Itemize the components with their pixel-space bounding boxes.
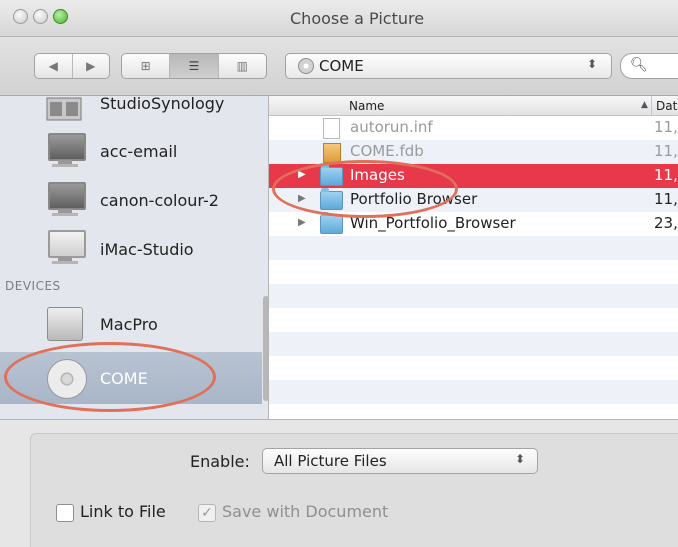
options-panel: Enable: All Picture Files ⬍ Link to File… (0, 419, 678, 547)
file-name: Portfolio Browser (350, 190, 478, 208)
enable-select[interactable]: All Picture Files ⬍ (262, 448, 538, 474)
sidebar-item-label: MacPro (100, 315, 158, 334)
list-header: Name ▲ Dat (269, 96, 678, 116)
search-icon: 🔍︎ (630, 57, 648, 73)
link-to-file-label: Link to File (80, 502, 166, 521)
sidebar-item-label: COME (100, 369, 148, 388)
file-name: Images (350, 166, 405, 184)
computer-icon (46, 180, 86, 218)
sidebar-item-studiosynology[interactable]: StudioSynology (0, 96, 262, 128)
empty-row (269, 236, 678, 260)
sidebar-item-label: StudioSynology (100, 96, 225, 113)
back-arrow-icon[interactable]: ◀ (35, 54, 73, 78)
search-field[interactable]: 🔍︎ (620, 53, 678, 79)
window-title: Choose a Picture (290, 9, 425, 28)
empty-row (269, 284, 678, 308)
computer-icon (46, 131, 86, 169)
location-popup[interactable]: COME ⬍ (285, 53, 612, 79)
toolbar: ◀ ▶ ⊞ ☰ ▥ COME ⬍ 🔍︎ (0, 37, 678, 96)
sidebar: StudioSynology acc-email canon-colour-2 … (0, 96, 269, 419)
sidebar-item-canon-colour-2[interactable]: canon-colour-2 (0, 178, 262, 222)
disclosure-triangle-icon[interactable]: ▶ (298, 169, 306, 180)
save-with-document-checkbox[interactable]: ✓ (198, 504, 216, 522)
zoom-button[interactable] (53, 9, 68, 24)
folder-icon (320, 212, 343, 234)
save-with-document-label: Save with Document (222, 502, 389, 521)
name-column-header[interactable]: Name (349, 99, 384, 113)
sidebar-item-macpro[interactable]: MacPro (0, 301, 262, 345)
list-item[interactable]: autorun.inf 11, (269, 116, 678, 140)
view-mode-control: ⊞ ☰ ▥ (121, 53, 267, 79)
empty-row (269, 380, 678, 404)
sort-ascending-icon: ▲ (641, 100, 648, 110)
database-icon (323, 143, 341, 163)
file-name: Win_Portfolio_Browser (350, 214, 516, 232)
back-forward-control: ◀ ▶ (34, 53, 110, 79)
file-date: 11, (654, 118, 678, 136)
file-list: Name ▲ Dat autorun.inf 11, COME.fdb 11, … (269, 96, 678, 419)
list-item-selected[interactable]: ▶ Images 11, (269, 164, 678, 188)
list-view-icon[interactable]: ☰ (170, 54, 219, 78)
file-date: 11, (654, 142, 678, 160)
minimize-button[interactable] (33, 9, 48, 24)
server-icon (46, 96, 86, 130)
link-to-file-checkbox[interactable] (56, 504, 74, 522)
devices-header: DEVICES (5, 279, 61, 293)
close-button[interactable] (13, 9, 28, 24)
choose-picture-dialog: Choose a Picture ◀ ▶ ⊞ ☰ ▥ COME ⬍ 🔍︎ Stu… (0, 0, 678, 547)
macpro-icon (47, 307, 83, 341)
location-label: COME (319, 57, 364, 75)
file-date: 23, (654, 214, 678, 232)
sidebar-item-acc-email[interactable]: acc-email (0, 129, 262, 173)
empty-row (269, 332, 678, 356)
title-bar: Choose a Picture (0, 0, 678, 37)
list-item[interactable]: ▶ Portfolio Browser 11, (269, 188, 678, 212)
document-icon (323, 118, 340, 139)
updown-arrows-icon: ⬍ (514, 452, 525, 466)
folder-icon (320, 164, 343, 186)
sidebar-item-imac-studio[interactable]: iMac-Studio (0, 226, 262, 270)
file-name: autorun.inf (350, 118, 433, 136)
file-date: 11, (654, 166, 678, 184)
sidebar-item-label: acc-email (100, 142, 178, 161)
list-item[interactable]: COME.fdb 11, (269, 140, 678, 164)
imac-icon (46, 228, 86, 266)
enable-label: Enable: (190, 452, 250, 471)
disclosure-triangle-icon[interactable]: ▶ (298, 217, 306, 228)
forward-arrow-icon[interactable]: ▶ (73, 54, 110, 78)
date-column-header[interactable]: Dat (656, 99, 677, 113)
sidebar-item-label: iMac-Studio (100, 240, 194, 259)
cd-icon (47, 359, 87, 399)
disclosure-triangle-icon[interactable]: ▶ (298, 193, 306, 204)
icon-view-icon[interactable]: ⊞ (122, 54, 171, 78)
sidebar-item-label: canon-colour-2 (100, 191, 219, 210)
cd-icon (298, 58, 314, 74)
column-view-icon[interactable]: ▥ (219, 54, 266, 78)
file-name: COME.fdb (350, 142, 424, 160)
updown-arrows-icon: ⬍ (586, 57, 597, 71)
file-date: 11, (654, 190, 678, 208)
enable-select-value: All Picture Files (274, 452, 387, 470)
list-item[interactable]: ▶ Win_Portfolio_Browser 23, (269, 212, 678, 236)
folder-icon (320, 188, 343, 210)
